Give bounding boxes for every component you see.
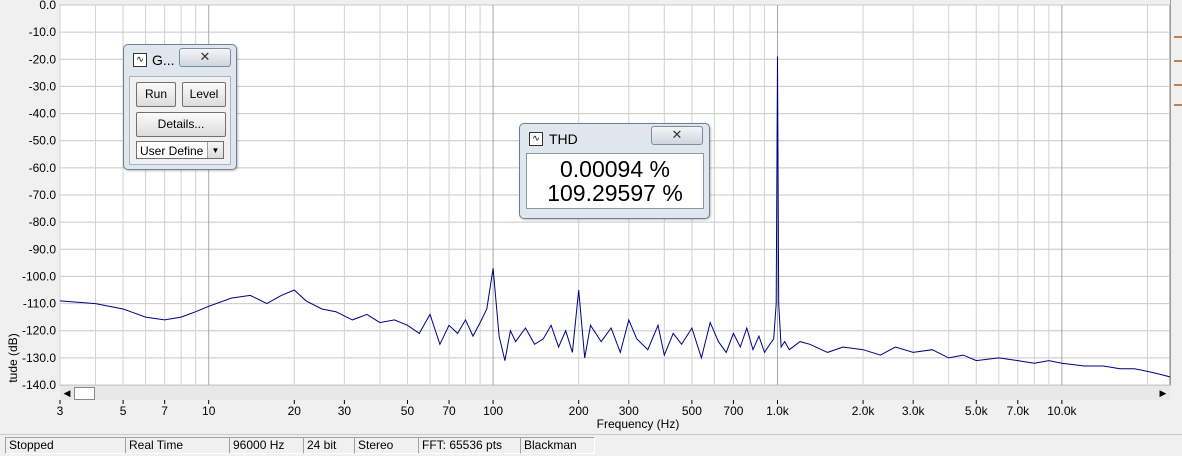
y-tick-label: -110.0 bbox=[23, 297, 56, 311]
generator-panel: Run Level Details... User Define ▼ bbox=[129, 76, 231, 165]
y-tick-label: -140.0 bbox=[22, 378, 56, 392]
x-tick-label: 100 bbox=[483, 404, 503, 418]
marker-tick bbox=[1174, 60, 1182, 62]
y-tick-label: -60.0 bbox=[29, 161, 57, 175]
scroll-thumb[interactable] bbox=[74, 387, 95, 400]
x-tick-label: 70 bbox=[442, 404, 456, 418]
y-tick-label: -50.0 bbox=[29, 134, 57, 148]
x-tick-label: 300 bbox=[619, 404, 639, 418]
close-button[interactable]: ✕ bbox=[179, 48, 231, 67]
generator-title: G... bbox=[152, 52, 175, 68]
y-tick-label: -100.0 bbox=[22, 269, 56, 283]
y-tick-label: -80.0 bbox=[29, 215, 57, 229]
thd-titlebar[interactable]: ∿ THD ✕ bbox=[520, 124, 709, 148]
wave-icon: ∿ bbox=[133, 53, 147, 67]
marker-tick bbox=[1174, 84, 1182, 86]
x-tick-label: 7.0k bbox=[1006, 404, 1030, 418]
status-bit-depth: 24 bit bbox=[303, 437, 355, 454]
x-tick-label: 500 bbox=[682, 404, 702, 418]
status-fft-size: FFT: 65536 pts bbox=[418, 437, 521, 454]
y-tick-label: 0.0 bbox=[39, 0, 56, 12]
status-channels: Stereo bbox=[354, 437, 419, 454]
y-tick-label: -120.0 bbox=[22, 324, 56, 338]
close-icon: ✕ bbox=[671, 128, 683, 143]
status-bar: Stopped Real Time 96000 Hz 24 bit Stereo… bbox=[0, 434, 1182, 456]
y-tick-label: -10.0 bbox=[29, 25, 57, 39]
status-mode: Real Time bbox=[125, 437, 230, 454]
marker-tick bbox=[1174, 36, 1182, 38]
y-tick-label: -90.0 bbox=[29, 242, 57, 256]
status-state: Stopped bbox=[5, 437, 126, 454]
chevron-down-icon[interactable]: ▼ bbox=[207, 142, 223, 158]
level-button[interactable]: Level bbox=[182, 82, 226, 107]
y-tick-label: -40.0 bbox=[29, 107, 57, 121]
signal-type-select[interactable]: User Define ▼ bbox=[136, 141, 224, 159]
x-axis-label: Frequency (Hz) bbox=[597, 417, 680, 431]
y-axis-ticks: 0.0 -10.0 -20.0 -30.0 -40.0 -50.0 -60.0 -70.0 -8… bbox=[22, 0, 56, 392]
x-tick-label: 5.0k bbox=[965, 404, 989, 418]
thd-window[interactable]: ∿ THD ✕ 0.00094 % 109.29597 % bbox=[519, 123, 710, 219]
x-tick-label: 5 bbox=[120, 404, 127, 418]
x-tick-label: 700 bbox=[723, 404, 743, 418]
wave-icon: ∿ bbox=[529, 132, 543, 146]
y-axis-label: tude (dB) bbox=[6, 333, 20, 382]
y-tick-label: -20.0 bbox=[29, 52, 57, 66]
x-axis-ticks: 3 5 7 10 20 30 50 70 100 200 300 500 700 1.0k 2.0k 3.0k… bbox=[57, 400, 1078, 418]
x-tick-label: 20 bbox=[288, 404, 302, 418]
scroll-left-icon[interactable]: ◀ bbox=[60, 386, 74, 400]
close-button[interactable]: ✕ bbox=[651, 126, 703, 145]
x-tick-label: 2.0k bbox=[852, 404, 876, 418]
x-tick-label: 3 bbox=[57, 404, 64, 418]
generator-window[interactable]: ∿ G... ✕ Run Level Details... User Defin… bbox=[123, 44, 237, 170]
thd-value-2: 109.29597 % bbox=[547, 180, 683, 206]
run-button[interactable]: Run bbox=[136, 82, 176, 107]
x-tick-label: 3.0k bbox=[902, 404, 926, 418]
y-tick-label: -130.0 bbox=[22, 351, 56, 365]
x-tick-label: 7 bbox=[161, 404, 168, 418]
thd-title: THD bbox=[549, 131, 578, 147]
thd-readout: 0.00094 % 109.29597 % bbox=[526, 153, 704, 209]
status-window: Blackman bbox=[520, 437, 595, 454]
x-tick-label: 50 bbox=[401, 404, 415, 418]
scroll-right-icon[interactable]: ▶ bbox=[1156, 386, 1170, 400]
thd-value-1: 0.00094 % bbox=[560, 156, 670, 182]
select-value: User Define bbox=[140, 144, 204, 158]
horizontal-scrollbar[interactable]: ◀ ▶ bbox=[60, 385, 1170, 400]
details-button[interactable]: Details... bbox=[136, 112, 226, 137]
y-tick-label: -70.0 bbox=[29, 188, 57, 202]
marker-tick bbox=[1174, 104, 1182, 106]
x-tick-label: 10 bbox=[202, 404, 216, 418]
x-tick-label: 10.0k bbox=[1047, 404, 1077, 418]
generator-titlebar[interactable]: ∿ G... ✕ bbox=[124, 45, 236, 69]
status-sample-rate: 96000 Hz bbox=[229, 437, 304, 454]
x-tick-label: 200 bbox=[569, 404, 589, 418]
right-panel-strip[interactable] bbox=[1170, 0, 1182, 385]
close-icon: ✕ bbox=[199, 50, 211, 65]
x-tick-label: 1.0k bbox=[766, 404, 790, 418]
y-tick-label: -30.0 bbox=[29, 79, 57, 93]
x-tick-label: 30 bbox=[338, 404, 352, 418]
